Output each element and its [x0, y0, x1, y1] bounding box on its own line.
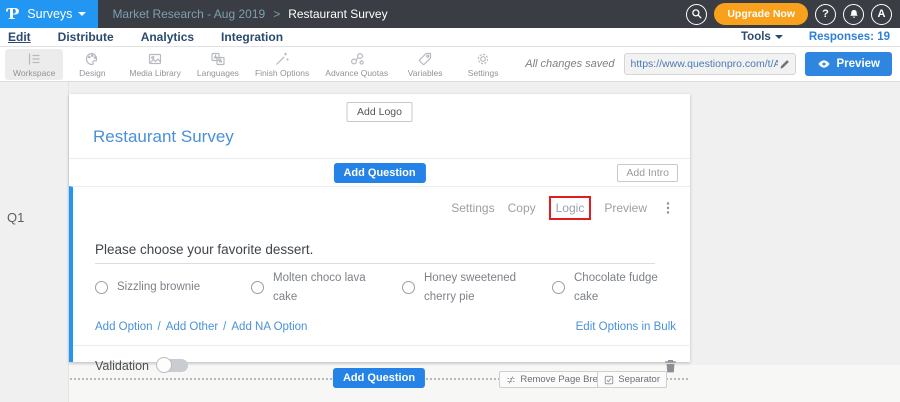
link-separator: /	[158, 321, 161, 333]
radio-button[interactable]	[552, 281, 565, 294]
help-button[interactable]: ?	[815, 4, 836, 25]
radio-button[interactable]	[402, 281, 415, 294]
questionpro-logo: Ƥ	[8, 5, 19, 23]
wand-icon	[274, 51, 290, 67]
survey-url-input[interactable]	[631, 58, 778, 70]
topbar-actions: Upgrade Now ? A	[686, 3, 900, 25]
page-break-row: Add Question Remove Page Break Separator	[0, 367, 900, 397]
eye-icon	[817, 58, 831, 70]
notifications-button[interactable]	[843, 4, 864, 25]
add-question-button-top[interactable]: Add Question	[333, 163, 425, 183]
question-preview-link[interactable]: Preview	[604, 201, 647, 215]
workspace-icon	[26, 51, 42, 67]
question-logic-link[interactable]: Logic	[556, 201, 585, 215]
answer-options: Sizzling brownie Molten choco lava cake …	[95, 269, 680, 307]
nav-tab-integration[interactable]: Integration	[221, 30, 283, 44]
survey-title[interactable]: Restaurant Survey	[93, 127, 234, 147]
search-button[interactable]	[686, 4, 707, 25]
responses-link[interactable]: Responses: 19	[809, 31, 890, 43]
gear-icon	[475, 51, 491, 67]
breadcrumb: Market Research - Aug 2019 > Restaurant …	[112, 7, 387, 21]
nav-tab-analytics[interactable]: Analytics	[141, 30, 194, 44]
edit-url-button[interactable]	[778, 58, 791, 71]
survey-card: Add Logo Restaurant Survey Add Question …	[69, 94, 690, 362]
intro-row: Add Question Add Intro	[69, 158, 690, 186]
add-na-option-link[interactable]: Add NA Option	[231, 321, 307, 333]
toolbar-item-finish-options[interactable]: Finish Options	[247, 49, 317, 80]
radio-button[interactable]	[95, 281, 108, 294]
editor-canvas: Q1 Add Logo Restaurant Survey Add Questi…	[0, 82, 900, 402]
question-settings-link[interactable]: Settings	[451, 201, 494, 215]
search-icon	[691, 8, 703, 20]
tools-dropdown[interactable]: Tools	[741, 31, 783, 43]
question-copy-link[interactable]: Copy	[508, 201, 536, 215]
toolbar-item-media-library[interactable]: Media Library	[121, 49, 189, 80]
toolbar-item-languages[interactable]: Languages	[189, 49, 247, 80]
translate-icon	[210, 51, 226, 67]
nav-tab-edit[interactable]: Edit	[8, 30, 31, 44]
chain-icon	[349, 51, 365, 67]
separator-toggle-button[interactable]: Separator	[597, 371, 667, 388]
option-sizzling-brownie: Sizzling brownie	[95, 269, 251, 307]
tag-icon	[417, 51, 433, 67]
save-status: All changes saved	[525, 58, 614, 70]
top-bar: Ƥ Surveys Market Research - Aug 2019 > R…	[0, 0, 900, 28]
nav-tab-distribute[interactable]: Distribute	[58, 30, 114, 44]
option-links: Add Option / Add Other / Add NA Option	[95, 321, 307, 333]
toolbar-item-settings[interactable]: Settings	[454, 49, 512, 80]
kebab-menu-icon	[662, 201, 674, 215]
breadcrumb-survey-name: Restaurant Survey	[288, 7, 387, 21]
editor-toolbar: Workspace Design Media Library Languages…	[0, 47, 900, 82]
toolbar-item-advance-quotas[interactable]: Advance Quotas	[317, 49, 396, 80]
palette-icon	[84, 51, 100, 67]
surveys-menu-label: Surveys	[27, 7, 86, 21]
page-break-icon	[506, 375, 516, 385]
option-chocolate-fudge-cake: Chocolate fudge cake	[552, 269, 680, 307]
account-avatar[interactable]: A	[871, 4, 892, 25]
toolbar-item-workspace[interactable]: Workspace	[5, 49, 63, 80]
add-other-link[interactable]: Add Other	[166, 321, 218, 333]
pencil-icon	[778, 58, 791, 71]
add-logo-button[interactable]: Add Logo	[346, 102, 413, 122]
checkbox-checked-icon	[604, 375, 614, 385]
logic-highlight-box: Logic	[549, 196, 592, 220]
image-icon	[147, 51, 163, 67]
survey-url-box	[624, 53, 796, 75]
question-actions: Settings Copy Logic Preview	[451, 196, 676, 220]
nav-right: Tools Responses: 19	[741, 31, 890, 43]
question-block: Settings Copy Logic Preview Please choos…	[69, 186, 690, 362]
breadcrumb-separator: >	[273, 7, 280, 21]
question-text[interactable]: Please choose your favorite dessert.	[95, 242, 655, 264]
chevron-down-icon	[775, 35, 783, 39]
breadcrumb-folder[interactable]: Market Research - Aug 2019	[112, 7, 265, 21]
option-honey-sweetened-cherry-pie: Honey sweetened cherry pie	[402, 269, 552, 307]
upgrade-now-button[interactable]: Upgrade Now	[714, 3, 808, 25]
edit-options-in-bulk-link[interactable]: Edit Options in Bulk	[576, 321, 676, 333]
add-intro-button[interactable]: Add Intro	[617, 164, 678, 182]
toolbar-item-design[interactable]: Design	[63, 49, 121, 80]
option-molten-choco-lava-cake: Molten choco lava cake	[251, 269, 402, 307]
radio-button[interactable]	[251, 281, 264, 294]
toolbar-item-variables[interactable]: Variables	[396, 49, 454, 80]
survey-nav: Edit Distribute Analytics Integration To…	[0, 28, 900, 47]
surveys-menu[interactable]: Ƥ Surveys	[0, 0, 98, 28]
link-separator: /	[223, 321, 226, 333]
add-option-link[interactable]: Add Option	[95, 321, 153, 333]
toolbar-right: All changes saved Preview	[525, 52, 900, 76]
chevron-down-icon	[78, 12, 86, 16]
bell-icon	[848, 8, 860, 20]
question-number-label: Q1	[7, 210, 24, 225]
question-more-menu[interactable]	[660, 201, 676, 215]
preview-button[interactable]: Preview	[805, 52, 892, 76]
add-question-button-bottom[interactable]: Add Question	[333, 368, 425, 388]
questionpro-survey-editor: Ƥ Surveys Market Research - Aug 2019 > R…	[0, 0, 900, 402]
